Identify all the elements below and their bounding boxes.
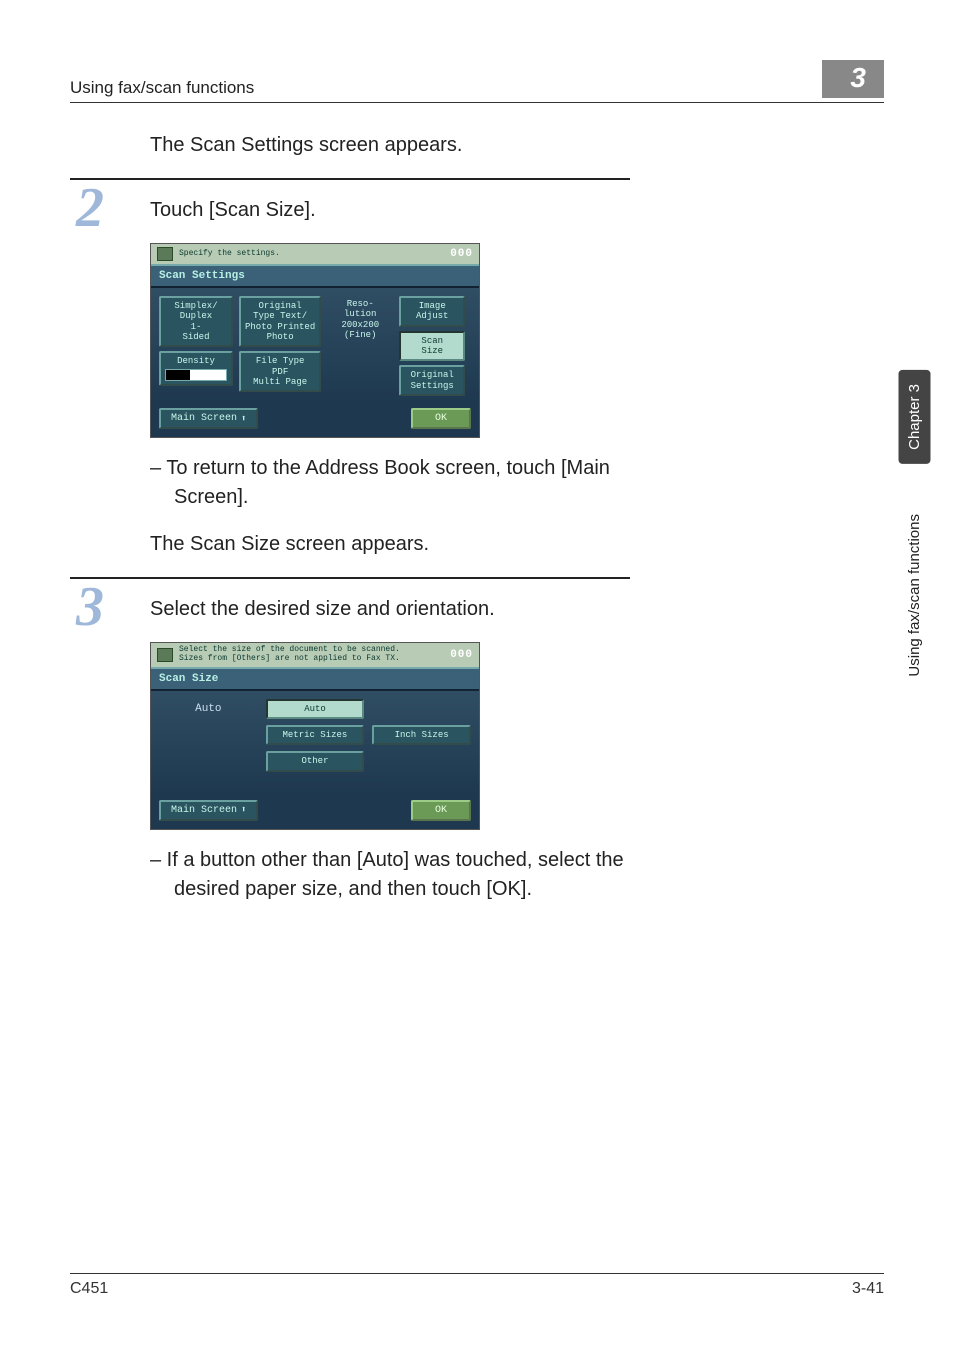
file-type-button[interactable]: File Type PDF Multi Page: [239, 351, 321, 392]
footer-page: 3-41: [852, 1280, 884, 1298]
main-screen-button-2-label: Main Screen: [171, 805, 237, 816]
ok-button-2[interactable]: OK: [411, 800, 471, 821]
auto-label: Auto: [159, 699, 258, 719]
scan-size-counter: 000: [450, 649, 473, 661]
resolution-value: 200x200 (Fine): [331, 320, 389, 341]
image-adjust-button[interactable]: Image Adjust: [399, 296, 465, 327]
file-type-label: File Type: [245, 356, 315, 366]
scan-settings-screenshot: Specify the settings. 000 Scan Settings …: [150, 243, 480, 438]
step-2-instruction: Touch [Scan Size].: [150, 196, 630, 225]
step-number-3: 3: [76, 579, 104, 635]
page-footer: C451 3-41: [70, 1273, 884, 1298]
scan-size-top-icon: [157, 648, 173, 662]
original-type-button[interactable]: Original Type Text/ Photo Printed Photo: [239, 296, 321, 347]
step-2-result: The Scan Size screen appears.: [150, 530, 630, 559]
original-type-value2: Printed Photo: [267, 322, 316, 342]
scan-size-button[interactable]: Scan Size: [399, 331, 465, 362]
scan-settings-top-message: Specify the settings.: [179, 250, 280, 259]
intro-text: The Scan Settings screen appears.: [150, 131, 630, 160]
file-type-value: PDF Multi Page: [245, 367, 315, 388]
main-screen-button-2[interactable]: Main Screen: [159, 800, 258, 821]
resolution-label: Reso- lution: [331, 299, 389, 320]
resolution-info: Reso- lution 200x200 (Fine): [327, 296, 393, 343]
auto-button[interactable]: Auto: [266, 699, 365, 719]
step-3-note: – If a button other than [Auto] was touc…: [150, 846, 630, 904]
simplex-duplex-label: Simplex/ Duplex: [165, 301, 227, 322]
scan-settings-title: Scan Settings: [151, 264, 479, 288]
running-header-number: 3: [822, 60, 884, 98]
density-label: Density: [177, 356, 215, 366]
ok-button[interactable]: OK: [411, 408, 471, 429]
scan-settings-top-icon: [157, 247, 173, 261]
simplex-duplex-button[interactable]: Simplex/ Duplex 1- Sided: [159, 296, 233, 347]
scan-size-top-message: Select the size of the document to be sc…: [179, 646, 400, 664]
separator: [70, 577, 630, 579]
simplex-duplex-value: 1- Sided: [165, 322, 227, 343]
scan-settings-counter: 000: [450, 248, 473, 260]
footer-model: C451: [70, 1280, 108, 1298]
sidetab-chapter: Chapter 3: [899, 370, 931, 464]
metric-sizes-button[interactable]: Metric Sizes: [266, 725, 365, 745]
separator: [70, 178, 630, 180]
step-2: 2 Touch [Scan Size]. Specify the setting…: [150, 196, 630, 559]
original-settings-button[interactable]: Original Settings: [399, 365, 465, 396]
running-header-title: Using fax/scan functions: [70, 78, 254, 98]
sidetab-section: Using fax/scan functions: [899, 500, 931, 691]
scan-size-title: Scan Size: [151, 667, 479, 691]
main-screen-button[interactable]: Main Screen: [159, 408, 258, 429]
inch-sizes-button[interactable]: Inch Sizes: [372, 725, 471, 745]
step-3-instruction: Select the desired size and orientation.: [150, 595, 630, 624]
step-2-note: – To return to the Address Book screen, …: [150, 454, 630, 512]
step-3: 3 Select the desired size and orientatio…: [150, 595, 630, 904]
running-header: Using fax/scan functions 3: [70, 60, 884, 103]
density-button[interactable]: Density: [159, 351, 233, 385]
other-sizes-button[interactable]: Other: [266, 751, 365, 771]
step-number-2: 2: [76, 180, 104, 236]
scan-size-screenshot: Select the size of the document to be sc…: [150, 642, 480, 830]
density-scale-icon: [165, 369, 227, 381]
main-screen-button-label: Main Screen: [171, 413, 237, 424]
